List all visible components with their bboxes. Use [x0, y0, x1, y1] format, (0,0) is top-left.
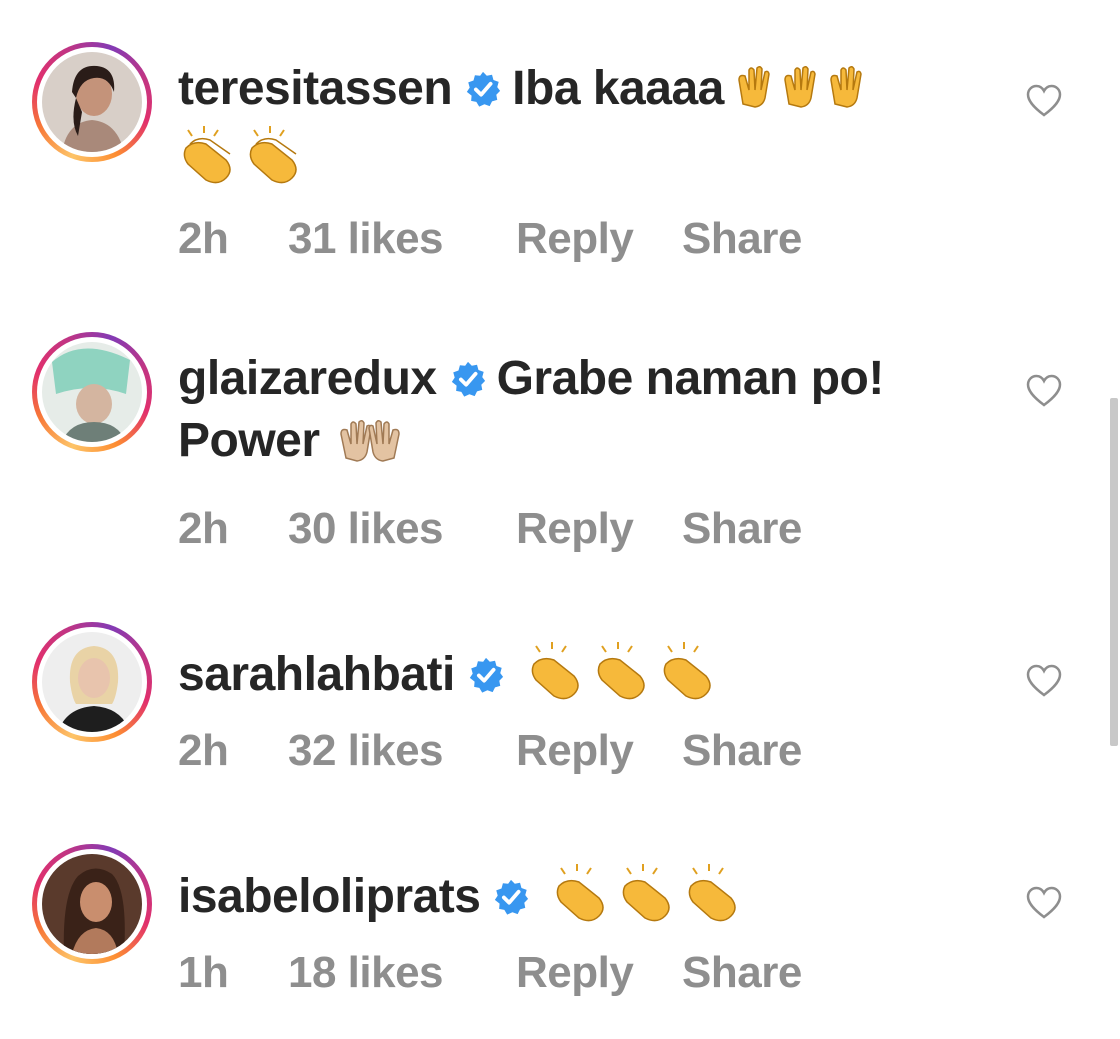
reply-button[interactable]: Reply: [516, 726, 634, 776]
avatar-photo: [42, 854, 142, 954]
share-button[interactable]: Share: [682, 726, 802, 776]
share-button[interactable]: Share: [682, 504, 802, 554]
share-button[interactable]: Share: [682, 214, 802, 264]
verified-badge-icon: [449, 354, 487, 412]
clapping-hands-emoji-icon: [180, 124, 320, 202]
avatar[interactable]: [32, 42, 152, 162]
comment-username[interactable]: isabeloliprats: [178, 870, 481, 923]
avatar[interactable]: [32, 844, 152, 964]
raising-hands-emoji-icon: [737, 60, 875, 124]
reply-button[interactable]: Reply: [516, 504, 634, 554]
comment-time: 1h: [178, 948, 229, 997]
verified-badge-icon: [464, 64, 502, 122]
clapping-hands-emoji-icon: [553, 862, 753, 940]
heart-outline-icon[interactable]: [1026, 84, 1062, 118]
comment-likes-link[interactable]: 31 likes: [288, 214, 444, 264]
comment-time: 2h: [178, 504, 229, 553]
comment-text: Grabe naman po!: [496, 352, 885, 405]
clapping-hands-emoji-icon: [528, 640, 728, 718]
comment-text-line2: Power: [178, 414, 320, 467]
verified-badge-icon: [492, 872, 530, 930]
avatar-photo: [42, 52, 142, 152]
heart-outline-icon[interactable]: [1026, 886, 1062, 920]
comment-username[interactable]: teresitassen: [178, 62, 453, 115]
comment-time: 2h: [178, 726, 229, 775]
avatar[interactable]: [32, 332, 152, 452]
raising-hands-emoji-icon: [338, 412, 402, 476]
comment-username[interactable]: sarahlahbati: [178, 648, 455, 701]
comment-likes-link[interactable]: 30 likes: [288, 504, 444, 554]
heart-outline-icon[interactable]: [1026, 664, 1062, 698]
reply-button[interactable]: Reply: [516, 214, 634, 264]
avatar[interactable]: [32, 622, 152, 742]
comment-likes-link[interactable]: 18 likes: [288, 948, 444, 998]
avatar-photo: [42, 632, 142, 732]
reply-button[interactable]: Reply: [516, 948, 634, 998]
comment-text: Iba kaaaa: [512, 62, 724, 115]
share-button[interactable]: Share: [682, 948, 802, 998]
verified-badge-icon: [467, 650, 505, 708]
comment-time: 2h: [178, 214, 229, 263]
scrollbar-thumb[interactable]: [1110, 398, 1118, 746]
comment-likes-link[interactable]: 32 likes: [288, 726, 444, 776]
heart-outline-icon[interactable]: [1026, 374, 1062, 408]
comment-username[interactable]: glaizaredux: [178, 352, 437, 405]
avatar-photo: [42, 342, 142, 442]
